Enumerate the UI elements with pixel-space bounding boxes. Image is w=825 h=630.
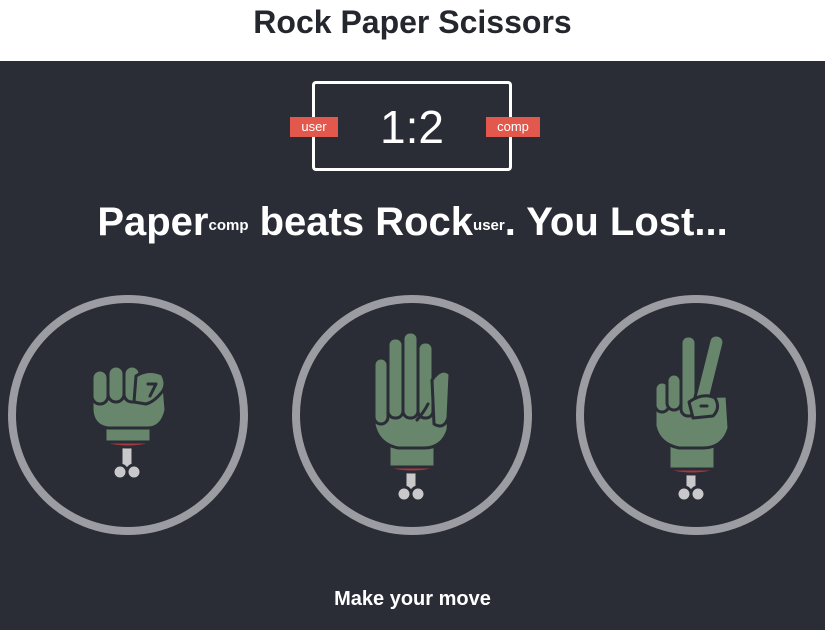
result-middle: beats — [248, 200, 376, 244]
scoreboard: user 1:2 comp — [290, 81, 540, 171]
rock-choice-button[interactable] — [8, 295, 248, 535]
paper-choice-button[interactable] — [292, 295, 532, 535]
score-text: 1:2 — [380, 101, 444, 153]
result-message: Papercomp beats Rockuser. You Lost... — [0, 199, 825, 245]
result-loser-tag: user — [473, 217, 505, 234]
result-winner-tag: comp — [208, 217, 249, 234]
comp-score-badge: comp — [486, 117, 540, 137]
header: Rock Paper Scissors — [0, 0, 825, 61]
result-loser: Rock — [375, 200, 474, 244]
result-suffix: . You Lost... — [504, 200, 728, 244]
peace-hand-icon — [653, 333, 731, 503]
fist-hand-icon — [90, 364, 168, 481]
page-title: Rock Paper Scissors — [253, 4, 572, 40]
result-winner: Paper — [97, 200, 209, 244]
game-board: user 1:2 comp Papercomp beats Rockuser. … — [0, 61, 825, 630]
open-hand-icon — [372, 330, 452, 503]
scissors-choice-button[interactable] — [576, 295, 816, 535]
make-move-prompt: Make your move — [334, 588, 491, 610]
